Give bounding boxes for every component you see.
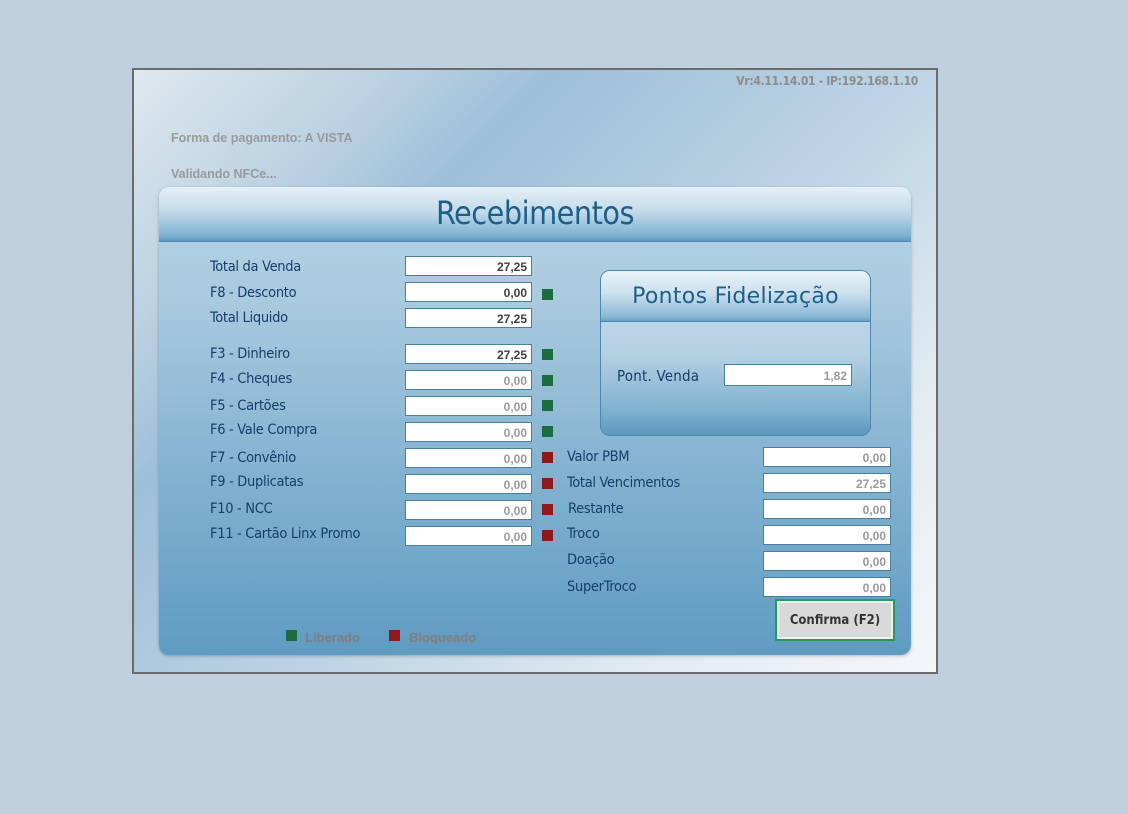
payment-status-ncc <box>542 504 553 515</box>
payment-field-cartoes[interactable]: 0,00 <box>405 396 532 416</box>
version-info: Vr:4.11.14.01 - IP:192.168.1.10 <box>736 74 918 88</box>
loyalty-points-field: 1,82 <box>724 364 852 386</box>
receipts-panel: Recebimentos Total da Venda 27,25 F8 - D… <box>159 187 911 655</box>
summary-field-restante: 0,00 <box>763 499 891 519</box>
payment-label-duplicatas: F9 - Duplicatas <box>210 474 304 490</box>
payment-field-linx-promo[interactable]: 0,00 <box>405 526 532 546</box>
payment-field-vale-compra[interactable]: 0,00 <box>405 422 532 442</box>
loyalty-header: Pontos Fidelização <box>601 271 870 322</box>
summary-label-valor-pbm: Valor PBM <box>567 449 630 465</box>
payment-status-cheques <box>542 375 553 386</box>
payment-status-linx-promo <box>542 530 553 541</box>
desconto-label: F8 - Desconto <box>210 285 297 301</box>
payment-status-dinheiro <box>542 349 553 360</box>
summary-field-doacao[interactable]: 0,00 <box>763 551 891 571</box>
legend-released-swatch <box>286 630 297 641</box>
payment-label-linx-promo: F11 - Cartão Linx Promo <box>210 526 361 542</box>
legend-blocked-swatch <box>389 630 400 641</box>
summary-label-troco: Troco <box>567 526 600 542</box>
payment-status-cartoes <box>542 400 553 411</box>
payment-label-cheques: F4 - Cheques <box>210 371 292 387</box>
payment-label-ncc: F10 - NCC <box>210 501 273 517</box>
payment-status-duplicatas <box>542 478 553 489</box>
payment-label-vale-compra: F6 - Vale Compra <box>210 422 318 438</box>
total-liquido-label: Total Liquido <box>210 310 288 326</box>
validation-status: Validando NFCe... <box>171 167 277 181</box>
payment-form-status: Forma de pagamento: A VISTA <box>171 131 353 145</box>
panel-header: Recebimentos <box>159 187 911 242</box>
loyalty-title: Pontos Fidelização <box>632 284 839 309</box>
summary-label-supertroco: SuperTroco <box>567 579 637 595</box>
payment-label-cartoes: F5 - Cartões <box>210 398 286 414</box>
payment-field-cheques[interactable]: 0,00 <box>405 370 532 390</box>
summary-field-total-vencimentos: 27,25 <box>763 473 891 493</box>
payment-field-ncc[interactable]: 0,00 <box>405 500 532 520</box>
payment-field-convenio[interactable]: 0,00 <box>405 448 532 468</box>
payment-label-dinheiro: F3 - Dinheiro <box>210 346 290 362</box>
desconto-status-indicator <box>542 289 553 300</box>
payment-status-convenio <box>542 452 553 463</box>
summary-field-supertroco: 0,00 <box>763 577 891 597</box>
desconto-field[interactable]: 0,00 <box>405 282 532 302</box>
total-venda-label: Total da Venda <box>210 259 301 275</box>
summary-label-doacao: Doação <box>567 552 615 568</box>
summary-label-total-vencimentos: Total Vencimentos <box>567 475 681 491</box>
summary-label-restante: Restante <box>568 501 624 517</box>
total-venda-field: 27,25 <box>405 256 532 276</box>
loyalty-points-label: Pont. Venda <box>617 367 700 385</box>
total-liquido-field: 27,25 <box>405 308 532 328</box>
payment-field-dinheiro[interactable]: 27,25 <box>405 344 532 364</box>
panel-title: Recebimentos <box>435 194 635 232</box>
payment-label-convenio: F7 - Convênio <box>210 450 296 466</box>
payment-field-duplicatas[interactable]: 0,00 <box>405 474 532 494</box>
loyalty-points-box: Pontos Fidelização Pont. Venda 1,82 <box>600 270 871 436</box>
summary-field-troco: 0,00 <box>763 525 891 545</box>
receipt-window: Vr:4.11.14.01 - IP:192.168.1.10 Forma de… <box>132 68 938 674</box>
summary-field-valor-pbm: 0,00 <box>763 447 891 467</box>
confirm-button[interactable]: Confirma (F2) <box>775 599 895 641</box>
payment-status-vale-compra <box>542 426 553 437</box>
legend-released-label: Liberado <box>305 630 360 645</box>
legend-blocked-label: Bloqueado <box>409 630 477 645</box>
